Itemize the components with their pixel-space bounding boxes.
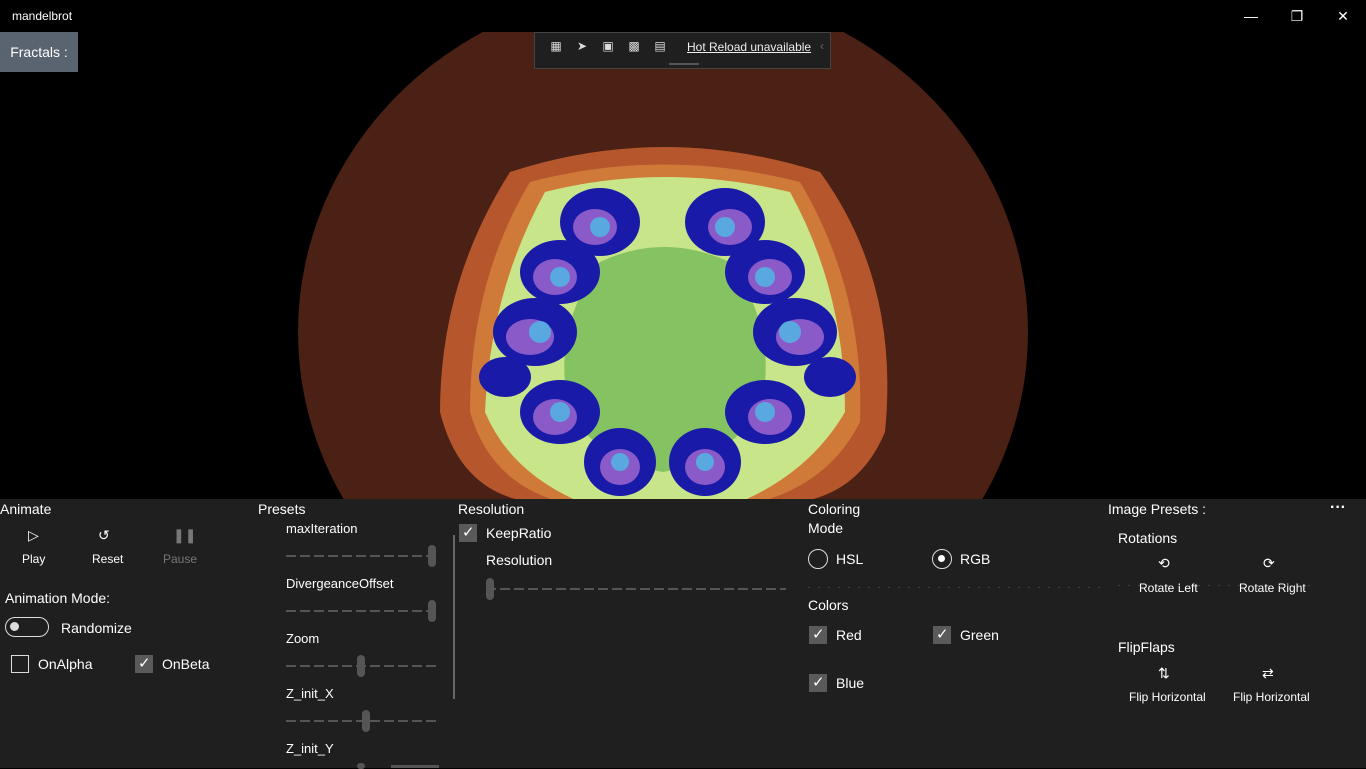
window-title: mandelbrot xyxy=(12,9,73,23)
pause-button[interactable]: ❚❚ Pause xyxy=(160,527,200,571)
fractal-canvas[interactable] xyxy=(0,32,1366,499)
hsl-label: HSL xyxy=(836,551,864,567)
on-beta-checkbox[interactable] xyxy=(135,654,153,673)
controls-panel: Animate ▷ Play ↺ Reset ❚❚ Pause Animatio… xyxy=(0,499,1366,769)
restore-button[interactable]: ❐ xyxy=(1274,0,1320,32)
restore-icon: ❐ xyxy=(1290,7,1304,24)
green-label: Green xyxy=(960,627,999,643)
flip-vertical-icon: ⇅ xyxy=(1158,665,1170,681)
resolution-label: Resolution xyxy=(486,552,553,568)
z-init-y-label: Z_init_Y xyxy=(286,741,334,756)
randomize-toggle[interactable] xyxy=(5,617,49,637)
resolution-header: Resolution xyxy=(458,501,525,517)
z-init-y-thumb[interactable] xyxy=(357,763,365,769)
close-icon: ✕ xyxy=(1337,7,1349,24)
rotate-right-icon: ⟳ xyxy=(1263,555,1275,571)
rotations-label: Rotations xyxy=(1118,530,1178,546)
divergeance-offset-label: DivergeanceOffset xyxy=(286,576,394,591)
blue-label: Blue xyxy=(836,675,865,691)
zoom-label: Zoom xyxy=(286,631,320,646)
max-iteration-slider[interactable] xyxy=(286,555,436,557)
red-label: Red xyxy=(836,627,862,643)
toolbar-grip[interactable] xyxy=(669,63,699,65)
zoom-thumb[interactable] xyxy=(357,655,365,677)
randomize-label: Randomize xyxy=(61,620,132,636)
track-focus-icon[interactable]: ▩ xyxy=(625,39,643,55)
divergeance-offset-slider[interactable] xyxy=(286,610,436,612)
z-init-x-slider[interactable] xyxy=(286,720,436,722)
play-label: Play xyxy=(22,552,46,566)
animation-mode-label: Animation Mode: xyxy=(5,590,111,606)
hot-reload-toolbar: ▦ ➤ ▣ ▩ ▤ Hot Reload unavailable ‹ xyxy=(534,32,831,69)
flip-horizontal-icon: ⇄ xyxy=(1262,665,1274,681)
more-options-button[interactable]: ··· xyxy=(1330,499,1346,517)
on-beta-label: OnBeta xyxy=(162,656,210,672)
title-bar: mandelbrot — ❐ ✕ xyxy=(0,0,1366,32)
max-iteration-label: maxIteration xyxy=(286,521,358,536)
resolution-thumb[interactable] xyxy=(486,578,494,600)
image-presets-header: Image Presets : xyxy=(1108,501,1207,517)
rgb-radio[interactable] xyxy=(932,549,952,569)
pause-label: Pause xyxy=(163,552,198,566)
chevron-left-icon[interactable]: ‹ xyxy=(820,39,824,53)
presets-scrollbar[interactable] xyxy=(453,535,455,699)
keep-ratio-label: KeepRatio xyxy=(486,525,552,541)
max-iteration-thumb[interactable] xyxy=(428,545,436,567)
z-init-x-label: Z_init_X xyxy=(286,686,334,701)
colors-label: Colors xyxy=(808,597,849,613)
close-button[interactable]: ✕ xyxy=(1320,0,1366,32)
flipflaps-label: FlipFlaps xyxy=(1118,639,1175,655)
green-checkbox[interactable] xyxy=(933,625,951,644)
flip-vertical-button[interactable]: ⇅ Flip Horizontal xyxy=(1128,665,1208,705)
pause-icon: ❚❚ xyxy=(173,527,197,543)
rgb-label: RGB xyxy=(960,551,991,567)
on-alpha-checkbox[interactable] xyxy=(11,655,29,673)
presets-header: Presets xyxy=(258,501,306,517)
live-tree-icon[interactable]: ▦ xyxy=(547,39,565,55)
on-alpha-label: OnAlpha xyxy=(38,656,93,672)
red-checkbox[interactable] xyxy=(809,625,827,644)
fractals-menu-button[interactable]: Fractals : xyxy=(0,32,78,72)
divergeance-offset-thumb[interactable] xyxy=(428,600,436,622)
display-layout-icon[interactable]: ▣ xyxy=(599,39,617,55)
resolution-slider[interactable] xyxy=(486,588,786,590)
reset-button[interactable]: ↺ Reset xyxy=(88,527,128,571)
keep-ratio-checkbox[interactable] xyxy=(459,523,477,542)
rotate-left-icon: ⟲ xyxy=(1158,555,1170,571)
play-button[interactable]: ▷ Play xyxy=(14,527,54,571)
minimize-button[interactable]: — xyxy=(1228,0,1274,32)
hot-reload-link[interactable]: Hot Reload unavailable xyxy=(687,40,811,54)
select-element-icon[interactable]: ➤ xyxy=(573,39,591,55)
hsl-radio[interactable] xyxy=(808,549,828,569)
coloring-header-line2: Mode xyxy=(808,520,844,536)
rotations-divider xyxy=(1118,585,1318,586)
minimize-icon: — xyxy=(1244,8,1258,24)
reset-icon: ↺ xyxy=(98,527,110,543)
blue-checkbox[interactable] xyxy=(809,673,827,692)
flip-horizontal-label: Flip Horizontal xyxy=(1233,690,1310,704)
animate-header: Animate xyxy=(0,501,52,517)
reset-label: Reset xyxy=(92,552,124,566)
rotate-left-label: Rotate Left xyxy=(1139,581,1198,595)
play-icon: ▷ xyxy=(28,527,39,543)
z-init-x-thumb[interactable] xyxy=(362,710,370,732)
rotate-right-label: Rotate Right xyxy=(1239,581,1306,595)
fractals-label: Fractals : xyxy=(10,44,68,60)
flip-vertical-label: Flip Horizontal xyxy=(1129,690,1206,704)
coloring-header-line1: Coloring xyxy=(808,501,861,517)
fractal-image xyxy=(298,32,1028,499)
coloring-divider xyxy=(808,587,1108,588)
rotate-left-button[interactable]: ⟲ Rotate Left xyxy=(1130,555,1206,595)
binding-failures-icon[interactable]: ▤ xyxy=(651,39,669,55)
flip-horizontal-button[interactable]: ⇄ Flip Horizontal xyxy=(1232,665,1312,705)
rotate-right-button[interactable]: ⟳ Rotate Right xyxy=(1234,555,1310,595)
